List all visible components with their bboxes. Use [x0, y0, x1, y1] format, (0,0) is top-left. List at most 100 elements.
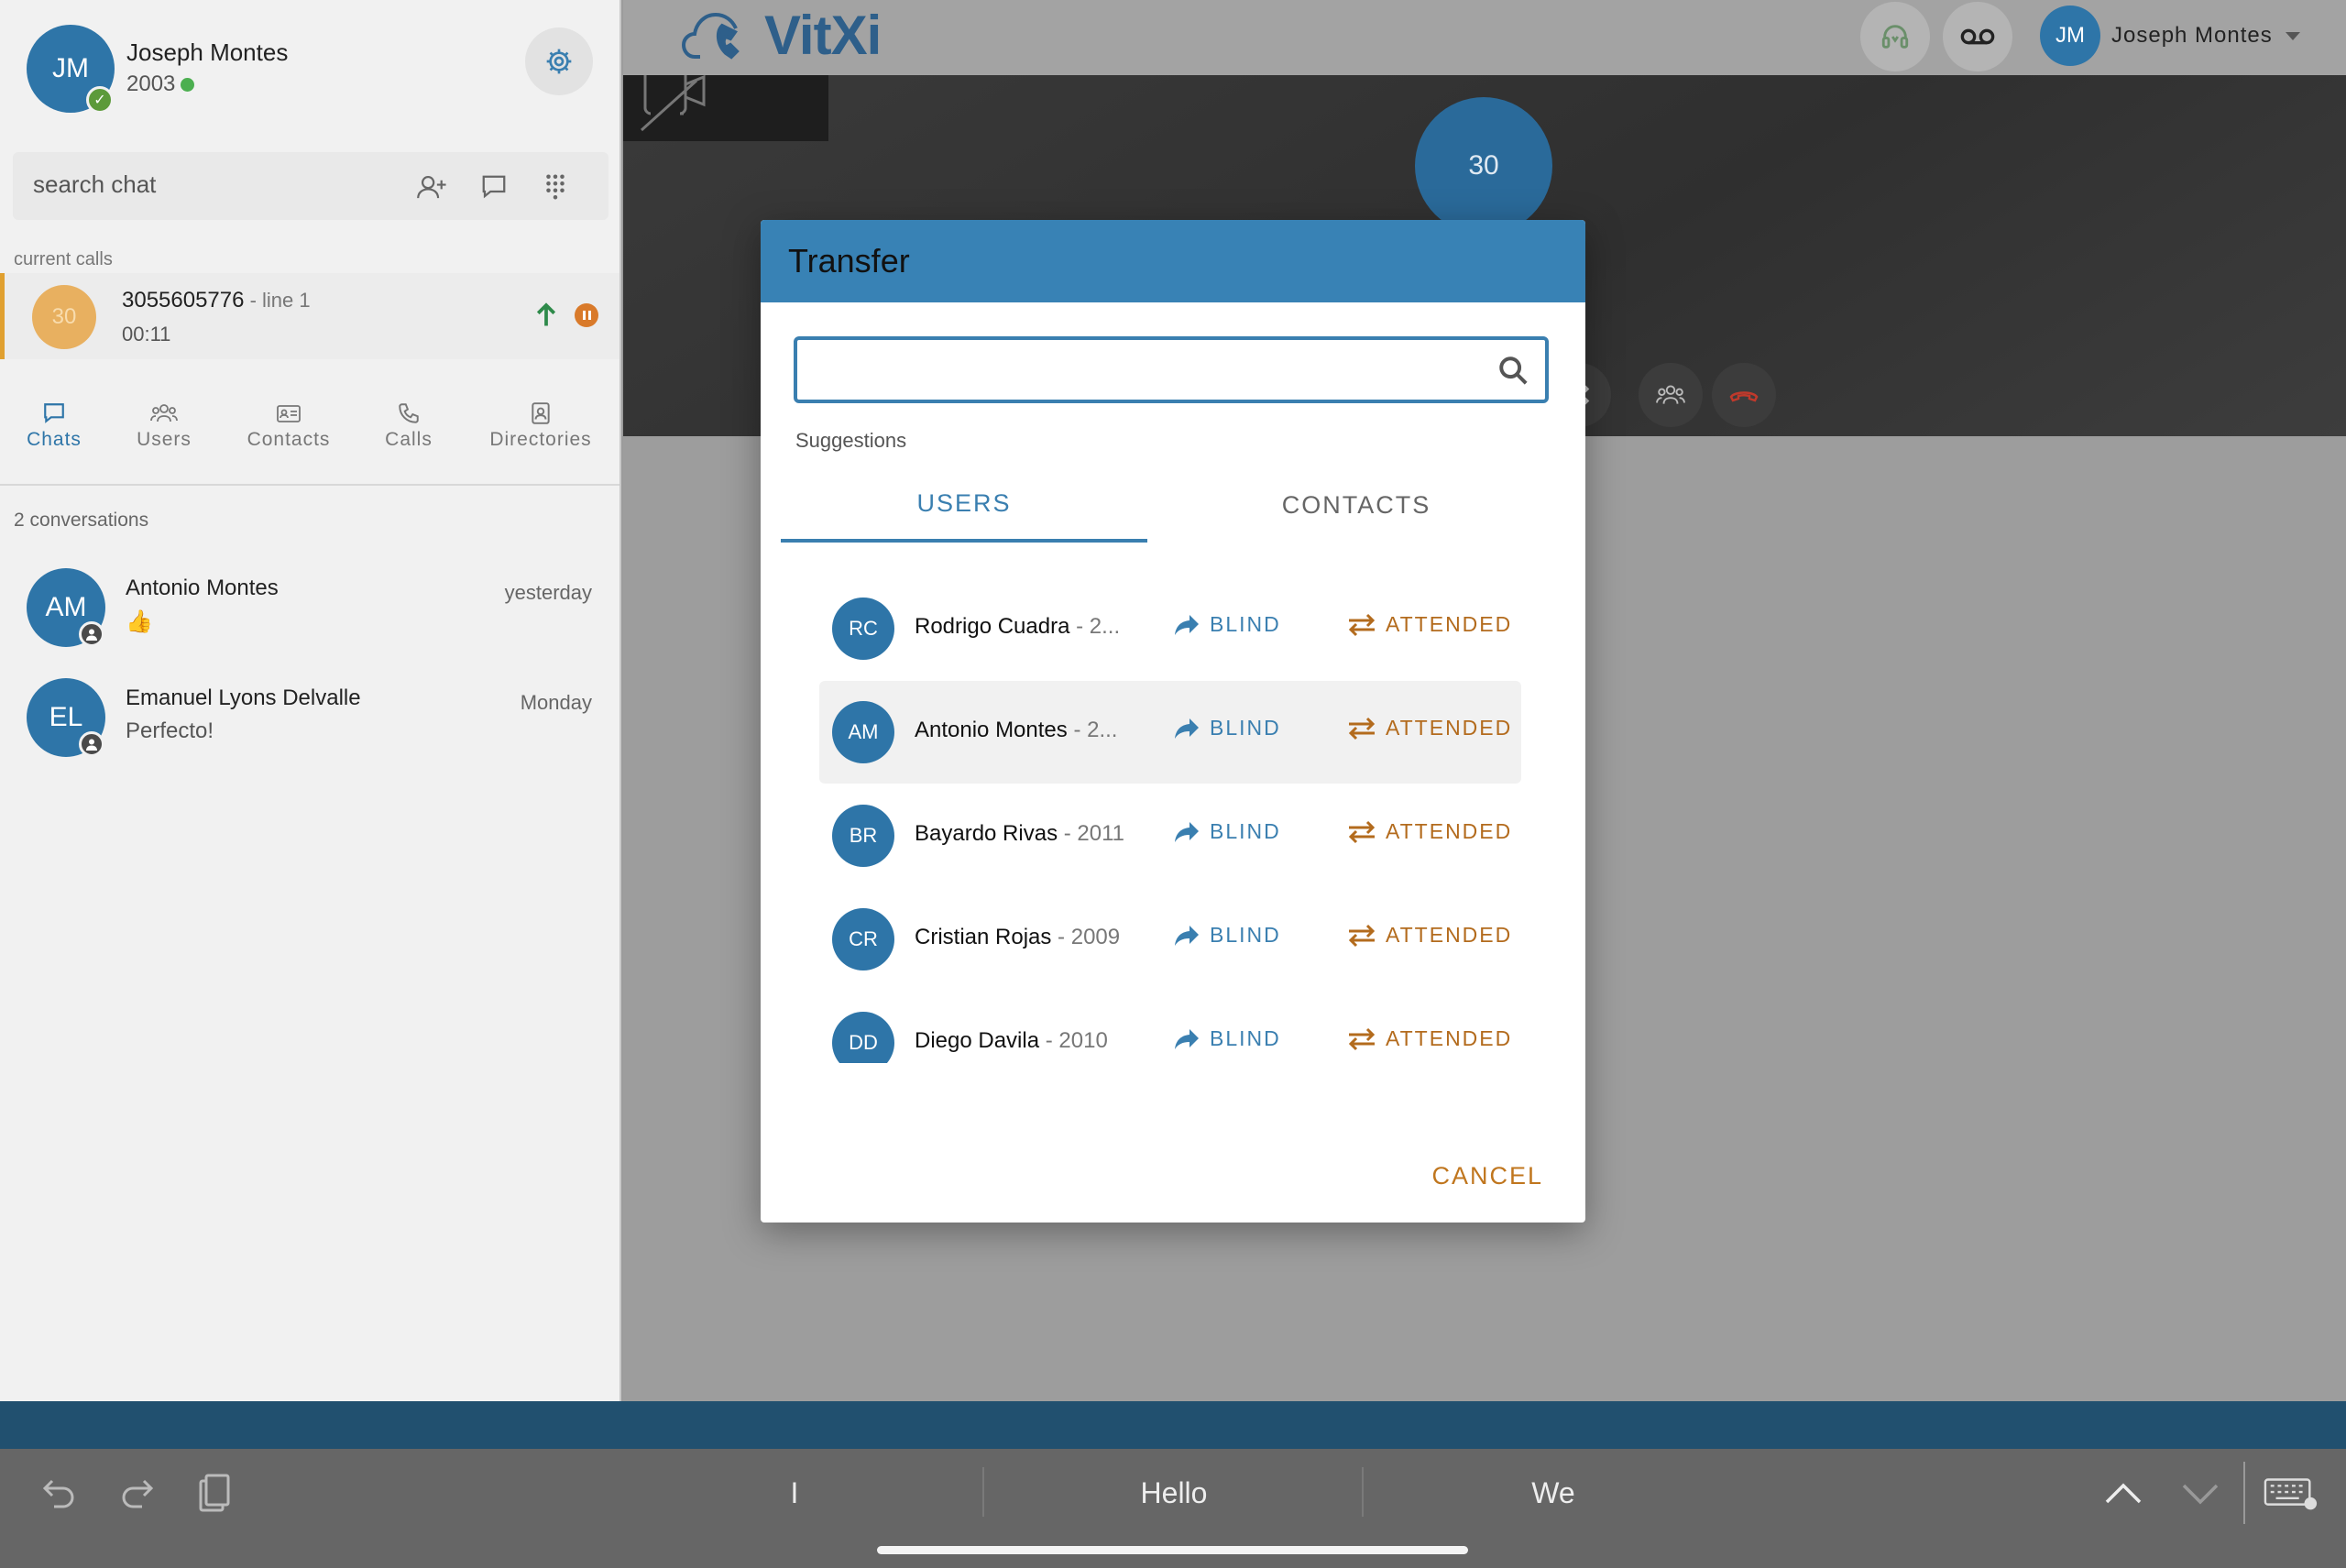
transfer-dialog-title: Transfer: [788, 242, 910, 280]
blind-label: BLIND: [1210, 819, 1281, 843]
remote-avatar: 30: [1415, 97, 1552, 235]
user-menu[interactable]: JM Joseph Montes: [2040, 5, 2302, 66]
clipboard-icon: [199, 1474, 230, 1512]
call-avatar: 30: [32, 285, 96, 349]
headset-button[interactable]: [1860, 2, 1930, 71]
transfer-search-input[interactable]: [812, 351, 1472, 388]
tab-chats[interactable]: Chats: [20, 398, 88, 451]
conversation-item[interactable]: EL Emanuel Lyons Delvalle Perfecto! Mond…: [0, 671, 619, 772]
blind-label: BLIND: [1210, 612, 1281, 636]
next-field-button[interactable]: [2177, 1471, 2223, 1517]
user-row: CR Cristian Rojas - 2009 BLIND ATTENDED: [819, 888, 1521, 991]
keyboard-suggestion[interactable]: Hello: [984, 1476, 1364, 1510]
chevron-down-icon: [2285, 32, 2300, 40]
settings-button[interactable]: [525, 27, 593, 95]
keyboard-toggle-button[interactable]: [2264, 1471, 2319, 1517]
add-user-button[interactable]: [414, 169, 451, 205]
attended-transfer-button[interactable]: ATTENDED: [1347, 1026, 1512, 1051]
attended-transfer-button[interactable]: ATTENDED: [1347, 716, 1512, 740]
cancel-button[interactable]: CANCEL: [1431, 1162, 1543, 1190]
user-badge-icon: [79, 621, 104, 647]
user-row: RC Rodrigo Cuadra - 2... BLIND ATTENDED: [819, 577, 1521, 680]
blind-transfer-button[interactable]: BLIND: [1173, 612, 1281, 637]
forward-arrow-icon: [1175, 821, 1199, 842]
user-menu-name: Joseph Montes: [2111, 23, 2273, 48]
blind-transfer-button[interactable]: BLIND: [1173, 819, 1281, 844]
blind-transfer-button[interactable]: BLIND: [1173, 1026, 1281, 1051]
undo-button[interactable]: [37, 1471, 82, 1517]
tab-contacts[interactable]: CONTACTS: [1173, 467, 1540, 543]
attended-transfer-button[interactable]: ATTENDED: [1347, 819, 1512, 844]
suggestions-label: Suggestions: [795, 429, 907, 452]
my-name: Joseph Montes: [126, 38, 289, 66]
my-extension-number: 2003: [126, 71, 176, 96]
local-camera-tile: [623, 74, 828, 141]
tab-calls-label: Calls: [385, 429, 433, 450]
undo-icon: [42, 1479, 74, 1508]
current-call-item[interactable]: 30 3055605776 - line 1 00:11: [0, 273, 619, 359]
tab-directories-label: Directories: [489, 429, 592, 450]
previous-field-button[interactable]: [2100, 1471, 2146, 1517]
blind-label: BLIND: [1210, 923, 1281, 947]
phone-icon: [376, 398, 442, 429]
swap-arrows-icon: [1348, 1027, 1376, 1050]
user-extension: - 2009: [1051, 925, 1121, 949]
call-number-value: 3055605776: [122, 288, 245, 313]
paste-button[interactable]: [191, 1471, 236, 1517]
swap-arrows-icon: [1348, 717, 1376, 740]
tab-directories[interactable]: Directories: [482, 398, 599, 451]
keyboard-suggestion[interactable]: We: [1364, 1476, 1743, 1510]
hold-icon[interactable]: [575, 303, 598, 327]
user-name-text: Rodrigo Cuadra: [915, 614, 1070, 639]
blind-transfer-button[interactable]: BLIND: [1173, 923, 1281, 948]
conversation-time: yesterday: [504, 581, 592, 604]
camera-off-icon: [640, 74, 706, 132]
user-extension: - 2010: [1039, 1028, 1108, 1053]
search-chat-input[interactable]: [33, 170, 381, 199]
hangup-button[interactable]: [1712, 363, 1776, 427]
home-indicator[interactable]: [877, 1546, 1468, 1554]
tab-calls[interactable]: Calls: [376, 398, 442, 451]
tab-users[interactable]: USERS: [781, 467, 1147, 543]
conference-button[interactable]: [1639, 363, 1703, 427]
presence-check-icon: ✓: [86, 86, 114, 114]
user-name: Antonio Montes - 2...: [915, 718, 1117, 743]
directory-icon: [482, 398, 599, 429]
dialpad-button[interactable]: [537, 169, 574, 205]
contact-card-icon: [238, 398, 339, 429]
sidebar: JM ✓ Joseph Montes 2003 current calls 30…: [0, 0, 621, 1401]
voicemail-button[interactable]: [1943, 2, 2012, 71]
attended-transfer-button[interactable]: ATTENDED: [1347, 612, 1512, 637]
user-name: Rodrigo Cuadra - 2...: [915, 614, 1120, 640]
vitxi-logo: VitXi: [682, 4, 882, 67]
forward-arrow-icon: [1175, 614, 1199, 635]
conversation-name: Emanuel Lyons Delvalle: [126, 685, 361, 710]
add-user-icon: [417, 175, 446, 199]
call-number: 3055605776 - line 1: [122, 288, 311, 313]
attended-transfer-button[interactable]: ATTENDED: [1347, 923, 1512, 948]
attended-label: ATTENDED: [1386, 923, 1513, 947]
chevron-down-icon: [2182, 1484, 2219, 1505]
redo-button[interactable]: [114, 1471, 159, 1517]
attended-label: ATTENDED: [1386, 716, 1513, 740]
tab-users[interactable]: Users: [126, 398, 202, 451]
keyboard-suggestion[interactable]: I: [605, 1476, 984, 1510]
blind-label: BLIND: [1210, 716, 1281, 740]
tab-contacts[interactable]: Contacts: [238, 398, 339, 451]
conversation-item[interactable]: AM Antonio Montes 👍 yesterday: [0, 561, 619, 662]
swap-arrows-icon: [1348, 820, 1376, 843]
search-icon[interactable]: [1497, 355, 1529, 386]
swap-arrows-icon: [1348, 924, 1376, 947]
keyboard-suggestion-bar: I Hello We: [0, 1449, 2346, 1568]
logo-text: VitXi: [764, 5, 882, 66]
conversation-last-message: Perfecto!: [126, 718, 214, 743]
bottom-accent-strip: [0, 1401, 2346, 1449]
user-name: Cristian Rojas - 2009: [915, 925, 1120, 950]
new-chat-button[interactable]: [476, 169, 512, 205]
user-extension: - 2011: [1058, 821, 1125, 846]
call-timer: 00:11: [122, 323, 171, 345]
toolbar-separator: [2243, 1462, 2245, 1524]
blind-transfer-button[interactable]: BLIND: [1173, 716, 1281, 740]
call-line: - line 1: [244, 289, 311, 312]
forward-arrow-icon: [1175, 718, 1199, 739]
